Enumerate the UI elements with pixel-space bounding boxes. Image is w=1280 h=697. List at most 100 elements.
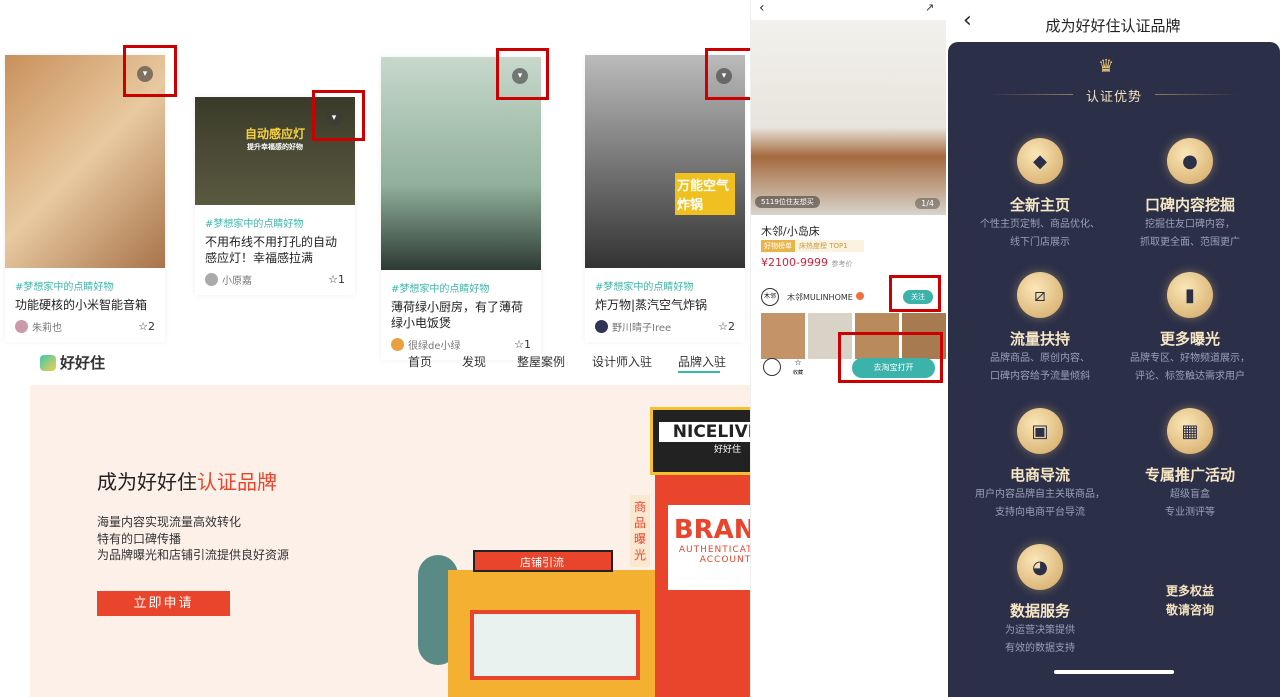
like-count[interactable]: ☆2 (718, 320, 735, 333)
avatar (15, 320, 28, 333)
bag-icon: ▣ (1017, 408, 1063, 454)
verified-icon (856, 292, 864, 300)
author: 小原嘉 (222, 276, 252, 287)
benefit-item: ◕ 数据服务为运营决策提供 有效的数据支持 (960, 544, 1120, 657)
price: ¥2100-9999 参考价 (761, 256, 853, 269)
benefit-title: 流量扶持 (1009, 330, 1070, 348)
product-name: 木邻/小岛床 (761, 225, 820, 238)
apply-button[interactable]: 立即申请 (97, 591, 230, 616)
shop-logo-small[interactable] (763, 358, 781, 376)
highlight-box (496, 48, 549, 100)
store-window (470, 610, 640, 680)
diamond-icon: ◆ (1017, 138, 1063, 184)
like-count[interactable]: ☆1 (328, 273, 345, 286)
post-card[interactable]: #梦想家中的点睛好物 薄荷绿小厨房，有了薄荷绿小电饭煲 很绿de小绿 ☆1 (381, 57, 541, 360)
rank-badge[interactable]: 床热度榜 TOP1 (795, 240, 864, 252)
share-icon[interactable]: ↗ (925, 1, 934, 14)
highlight-box (312, 90, 365, 141)
benefit-desc: 专业测评等 (1165, 507, 1215, 518)
chart-line-icon: ⧄ (1017, 272, 1063, 318)
highlight-box (889, 275, 941, 312)
pie-icon: ◕ (1017, 544, 1063, 590)
post-tag[interactable]: #梦想家中的点睛好物 (15, 278, 155, 293)
benefit-item: ▦ 专属推广活动超级盲盒专业测评等 (1110, 408, 1270, 521)
post-title: 功能硬核的小米智能音箱 (15, 298, 148, 312)
benefit-desc: 个性主页定制、商品优化、 (980, 219, 1100, 230)
post-title: 薄荷绿小厨房，有了薄荷绿小电饭煲 (391, 300, 524, 330)
benefit-desc: 评论、标签触达需求用户 (1135, 371, 1245, 382)
avatar (391, 338, 404, 351)
like-count[interactable]: ☆2 (138, 320, 155, 333)
post-tag[interactable]: #梦想家中的点睛好物 (205, 215, 345, 230)
benefit-item: ◆ 全新主页个性主页定制、商品优化、 线下门店展示 (960, 138, 1120, 251)
benefit-desc: 挖掘住友口碑内容， (1145, 219, 1235, 230)
banner-line: 特有的口碑传播 (97, 532, 182, 546)
benefit-desc: 有效的数据支持 (1005, 643, 1075, 654)
benefit-title: 更多曝光 (1159, 330, 1220, 348)
crown-icon: ♛ (1098, 56, 1115, 77)
shop-name[interactable]: 木邻MULINHOME (787, 292, 853, 303)
divider (1155, 94, 1240, 95)
benefit-desc: 超级盲盒 (1170, 489, 1210, 500)
banner-title: 成为好好住认证品牌 (97, 470, 277, 494)
avatar (595, 320, 608, 333)
nav-cases[interactable]: 整屋案例 (517, 353, 565, 370)
benefit-title: 口碑内容挖掘 (1144, 196, 1235, 214)
post-card[interactable]: #梦想家中的点睛好物 功能硬核的小米智能音箱 朱莉也 ☆2 (5, 55, 165, 342)
benefit-desc: 用户内容品牌自主关联商品， (975, 489, 1105, 500)
benefit-desc: 品牌专区、好物频道展示， (1130, 353, 1250, 364)
section-title: 认证优势 (1085, 90, 1142, 105)
nav-discover[interactable]: 发现 (462, 353, 486, 370)
benefits-panel: ♛ 认证优势 ◆ 全新主页个性主页定制、商品优化、 线下门店展示 ● 口碑内容挖掘挖掘住… (948, 42, 1280, 697)
post-title: 不用布线不用打孔的自动感应灯！幸福感拉满 (205, 235, 338, 265)
benefit-desc: 口碑内容给予流量倾斜 (990, 371, 1090, 382)
benefit-desc: 抓取更全面、范围更广 (1140, 237, 1240, 248)
highlight-box (838, 332, 943, 383)
benefit-title: 全新主页 (1009, 196, 1070, 214)
highlight-box (123, 45, 177, 97)
benefit-desc: 品牌商品、原创内容、 (990, 353, 1090, 364)
benefit-title: 专属推广活动 (1144, 466, 1235, 484)
good-item-badge: 好物榜单 (761, 240, 795, 252)
benefit-desc: 线下门店展示 (1010, 237, 1070, 248)
more-benefits: 更多权益 敬请咨询 (1165, 584, 1214, 617)
bar-chart-icon: ▮ (1167, 272, 1213, 318)
vertical-sign: 商品曝光 (630, 495, 650, 567)
rank-badges: 好物榜单 床热度榜 TOP1 (761, 240, 864, 252)
shop-logo[interactable]: 木邻 (761, 288, 779, 306)
want-badge: 5119位住友想买 (755, 196, 820, 208)
gift-icon: ▦ (1167, 408, 1213, 454)
active-underline (678, 371, 720, 373)
arrow-sign: 店铺引流 (473, 550, 613, 572)
back-icon[interactable]: ‹ (759, 0, 765, 16)
benefit-desc: 支持向电商平台导流 (995, 507, 1085, 518)
post-tag[interactable]: #梦想家中的点睛好物 (595, 278, 735, 293)
banner-line: 海量内容实现流量高效转化 (97, 515, 242, 529)
favorite-button[interactable]: ☆ 收藏 (793, 358, 803, 378)
post-title: 炸万物|蒸汽空气炸锅 (595, 298, 708, 312)
author: 朱莉也 (32, 323, 62, 334)
benefit-desc: 为运营决策提供 (1005, 625, 1075, 636)
avatar (205, 273, 218, 286)
benefit-item: ⧄ 流量扶持品牌商品、原创内容、 口碑内容给予流量倾斜 (960, 272, 1120, 385)
product-image[interactable]: 5119位住友想买 1/4 (751, 20, 946, 215)
post-tag[interactable]: #梦想家中的点睛好物 (391, 280, 531, 295)
benefit-item: ▣ 电商导流用户内容品牌自主关联商品， 支持向电商平台导流 (960, 408, 1120, 521)
image-counter: 1/4 (915, 198, 940, 209)
author: 野川晴子Iree (612, 323, 672, 334)
benefit-title: 数据服务 (1009, 602, 1070, 620)
nav-home[interactable]: 首页 (408, 353, 432, 370)
divider (988, 94, 1073, 95)
nav-designer[interactable]: 设计师入驻 (592, 353, 652, 370)
banner-line: 为品牌曝光和店铺引流提供良好资源 (97, 548, 290, 562)
benefit-item: ▮ 更多曝光品牌专区、好物频道展示， 评论、标签触达需求用户 (1110, 272, 1270, 385)
nav-brand[interactable]: 品牌入驻 (678, 353, 726, 370)
benefit-title: 电商导流 (1009, 466, 1070, 484)
page-title: 成为好好住认证品牌 (1045, 17, 1181, 35)
chat-icon: ● (1167, 138, 1213, 184)
author: 很绿de小绿 (408, 341, 461, 352)
like-count[interactable]: ☆1 (514, 338, 531, 351)
home-indicator (1054, 670, 1174, 674)
logo[interactable]: 好好住 (40, 352, 105, 373)
benefit-item: ● 口碑内容挖掘挖掘住友口碑内容， 抓取更全面、范围更广 (1110, 138, 1270, 251)
